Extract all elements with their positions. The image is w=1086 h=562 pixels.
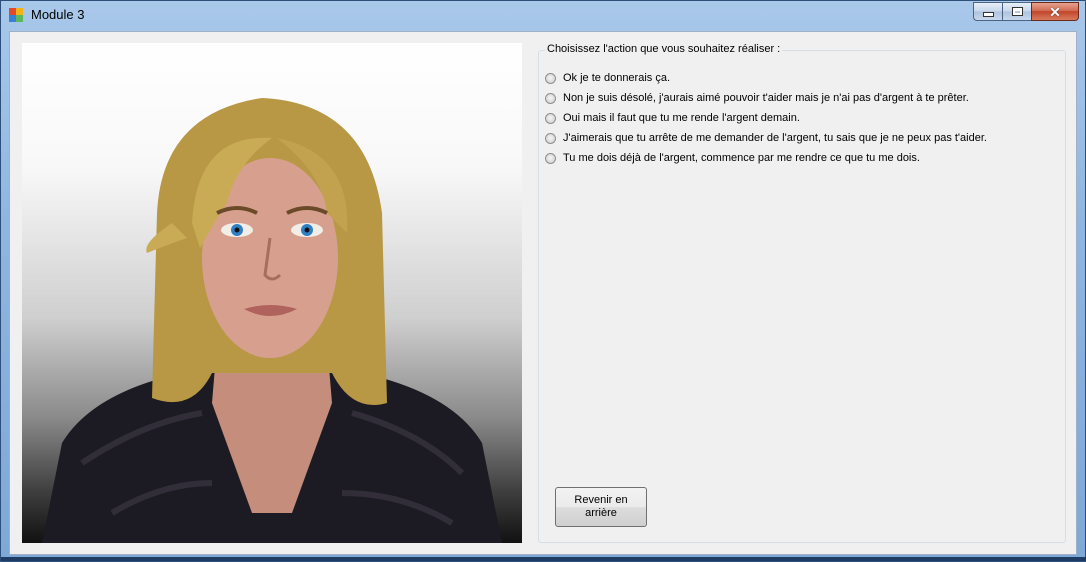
group-legend: Choisissez l'action que vous souhaitez r…: [545, 43, 783, 55]
action-choice-group: Choisissez l'action que vous souhaitez r…: [538, 43, 1066, 543]
option-item[interactable]: Oui mais il faut que tu me rende l'argen…: [545, 108, 987, 128]
minimize-button[interactable]: [973, 2, 1002, 21]
option-label[interactable]: Ok je te donnerais ça.: [563, 72, 670, 84]
app-icon: [9, 8, 23, 22]
character-face-illustration: [42, 98, 502, 543]
window-controls: ✕: [973, 2, 1079, 21]
radio-button[interactable]: [545, 152, 556, 164]
back-button[interactable]: Revenir en arrière: [555, 487, 647, 527]
title-bar[interactable]: Module 3 ✕: [1, 1, 1085, 29]
option-item[interactable]: Non je suis désolé, j'aurais aimé pouvoi…: [545, 88, 987, 108]
radio-button[interactable]: [545, 132, 556, 144]
maximize-button[interactable]: [1002, 2, 1031, 21]
option-item[interactable]: Tu me dois déjà de l'argent, commence pa…: [545, 148, 987, 168]
taskbar-edge: [1, 557, 1086, 561]
option-item[interactable]: Ok je te donnerais ça.: [545, 68, 987, 88]
close-icon: ✕: [1049, 3, 1061, 20]
option-item[interactable]: J'aimerais que tu arrête de me demander …: [545, 128, 987, 148]
radio-button[interactable]: [545, 112, 556, 124]
radio-button[interactable]: [545, 92, 556, 104]
character-image: [22, 43, 522, 543]
maximize-icon: [1011, 7, 1023, 16]
option-label[interactable]: Oui mais il faut que tu me rende l'argen…: [563, 112, 800, 124]
window-title: Module 3: [31, 7, 85, 22]
client-area: Choisissez l'action que vous souhaitez r…: [9, 31, 1077, 555]
option-label[interactable]: Non je suis désolé, j'aurais aimé pouvoi…: [563, 92, 969, 104]
radio-button[interactable]: [545, 72, 556, 84]
option-label[interactable]: Tu me dois déjà de l'argent, commence pa…: [563, 152, 920, 164]
options-list: Ok je te donnerais ça. Non je suis désol…: [545, 68, 987, 168]
application-window: Module 3 ✕ Choisissez l'action que vous …: [0, 0, 1086, 562]
option-label[interactable]: J'aimerais que tu arrête de me demander …: [563, 132, 987, 144]
minimize-icon: [982, 12, 994, 17]
close-button[interactable]: ✕: [1031, 2, 1079, 21]
